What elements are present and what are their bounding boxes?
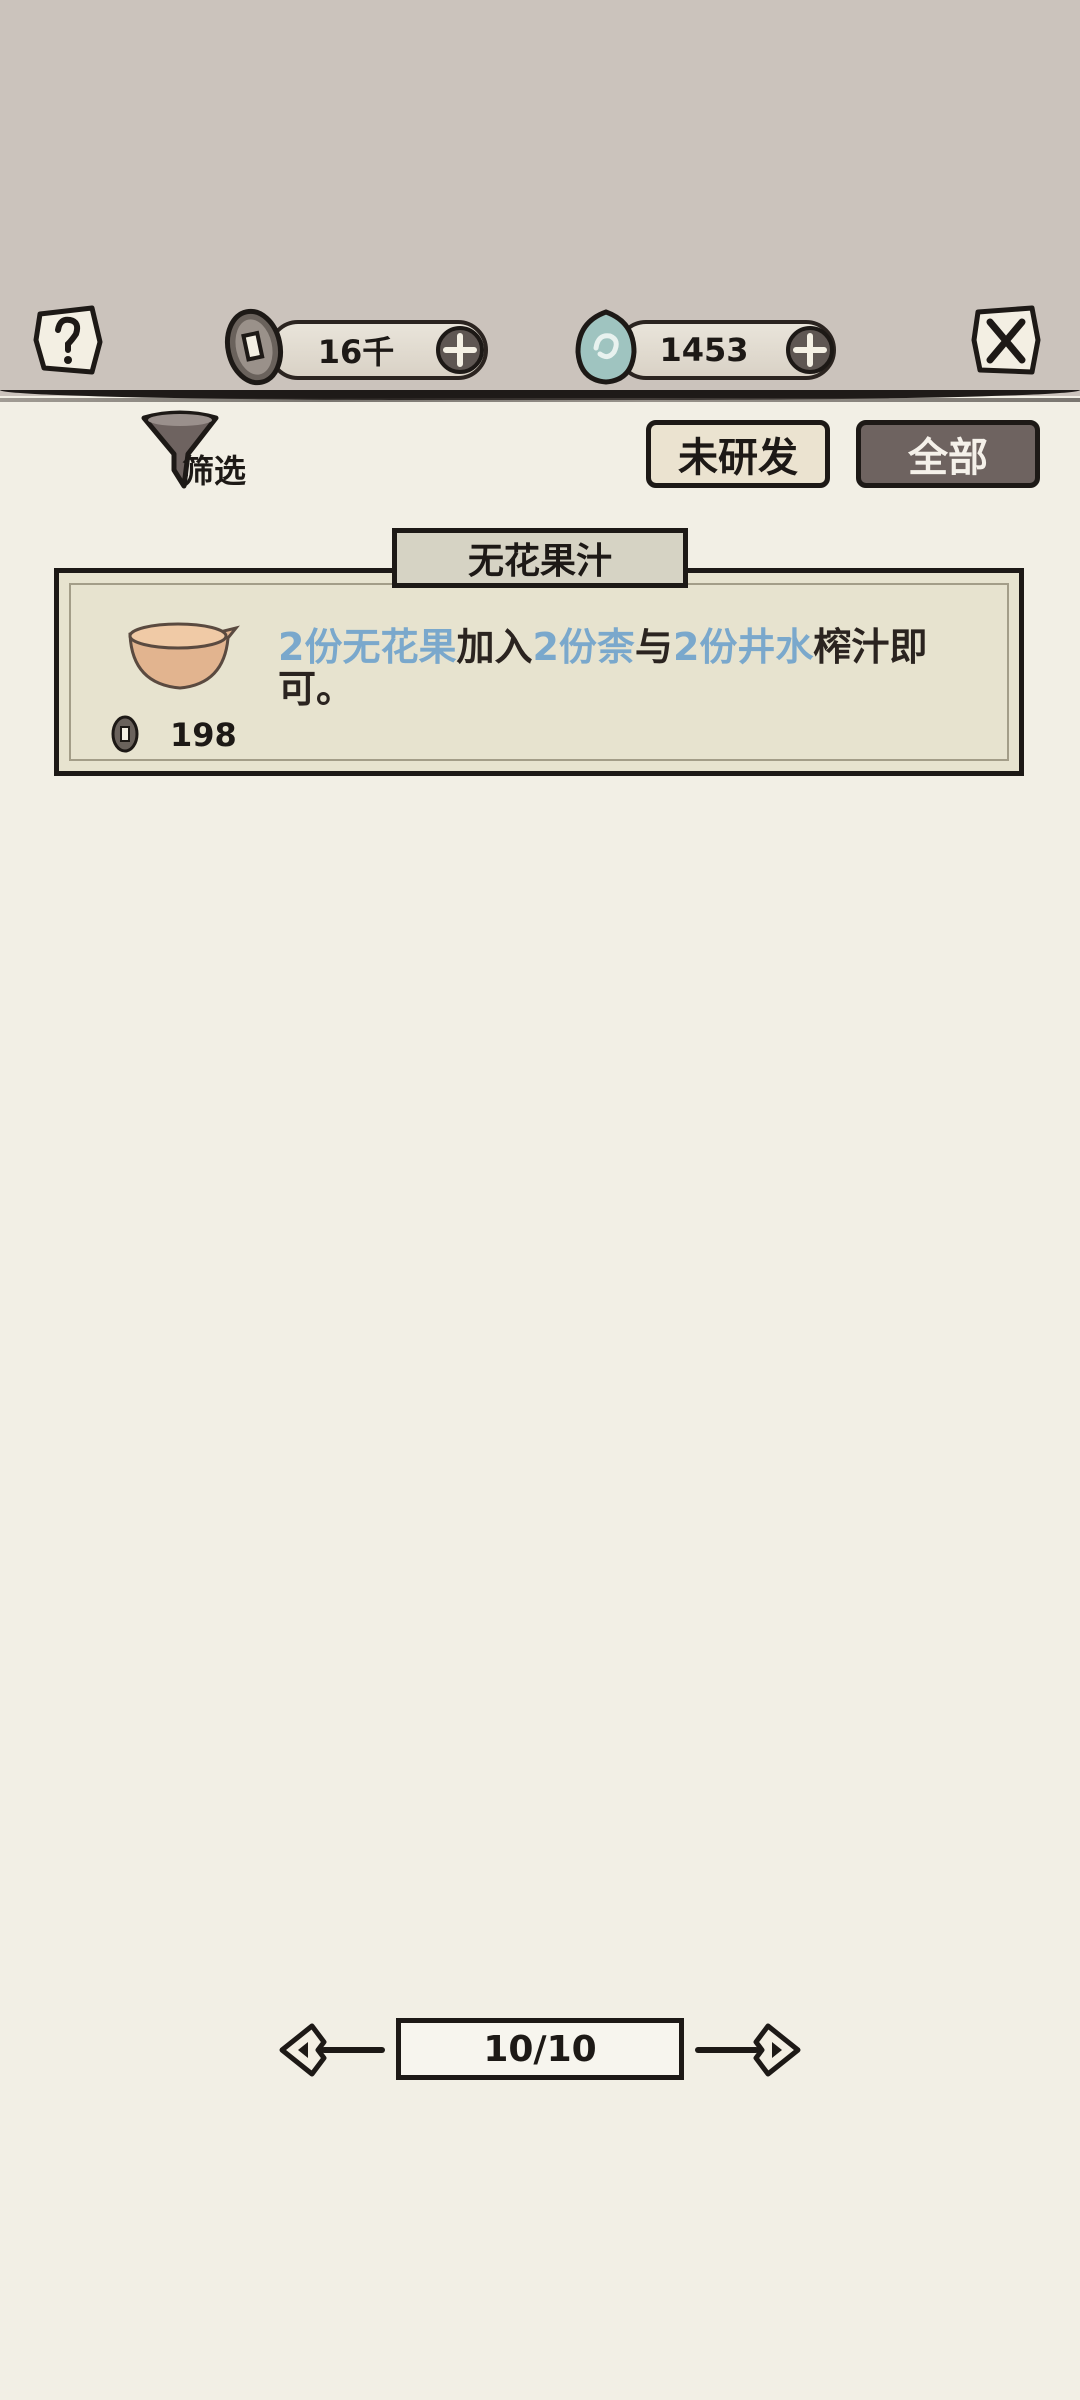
next-page-button[interactable] <box>692 2020 802 2080</box>
add-jade-button[interactable] <box>784 324 836 376</box>
help-button[interactable] <box>30 302 106 378</box>
desc-ingredient-1: 2份无花果 <box>278 625 457 669</box>
close-scroll-icon <box>971 305 1041 375</box>
top-bar-ink-shadow <box>0 398 1080 402</box>
filter-label[interactable]: 筛选 <box>182 446 246 492</box>
desc-ingredient-3: 2份井水 <box>672 625 814 669</box>
tab-all[interactable]: 全部 <box>856 420 1040 488</box>
copper-coin-icon <box>111 715 139 753</box>
top-bar <box>0 0 1080 396</box>
desc-text-2: 与 <box>634 625 673 669</box>
plus-icon <box>436 326 484 374</box>
arrow-right-icon <box>695 2023 801 2077</box>
page-indicator: 10/10 <box>396 2018 684 2080</box>
desc-text-1: 加入 <box>456 625 533 669</box>
help-scroll-icon <box>33 305 103 375</box>
prev-page-button[interactable] <box>278 2020 388 2080</box>
recipe-description: 2份无花果加入2份柰与2份井水榨汁即可。 <box>278 626 968 710</box>
recipe-price: 198 <box>170 716 237 754</box>
arrow-left-icon <box>279 2023 385 2077</box>
desc-ingredient-2: 2份柰 <box>532 625 635 669</box>
copper-coin-icon <box>224 308 284 386</box>
close-button[interactable] <box>968 302 1044 378</box>
jade-icon <box>575 309 637 385</box>
bowl-icon <box>128 622 240 690</box>
add-coin-button[interactable] <box>434 324 486 376</box>
tab-undeveloped[interactable]: 未研发 <box>646 420 830 488</box>
recipe-title: 无花果汁 <box>392 528 688 588</box>
plus-icon <box>786 326 834 374</box>
